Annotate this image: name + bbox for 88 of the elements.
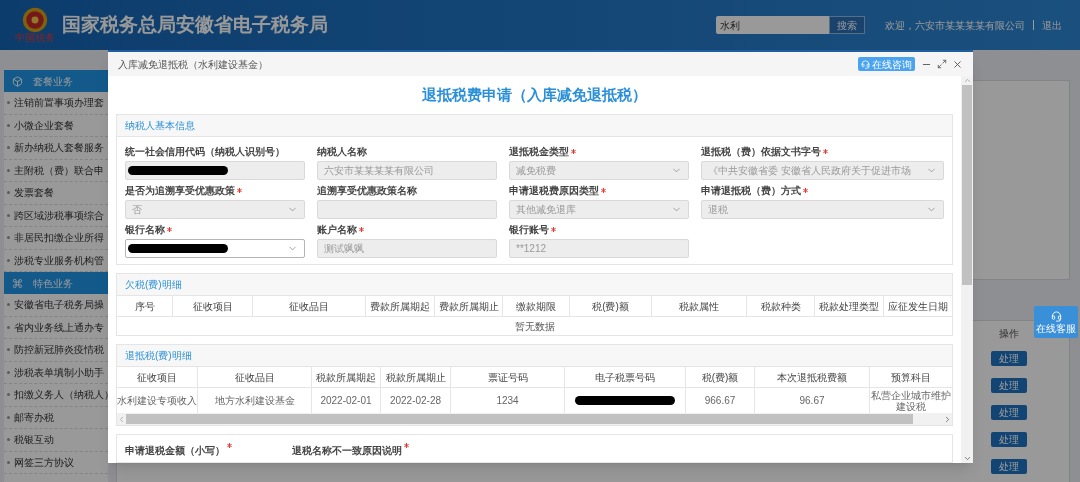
bullet-icon: [7, 101, 10, 105]
bullet-icon: [7, 325, 10, 329]
dialog-title: 入库减免退抵税（水利建设基金）: [118, 57, 268, 72]
table-header-cell: 税款属性: [652, 296, 747, 316]
table-header-cell: 税款处理类型: [815, 296, 884, 316]
table-header-cell: 序号: [117, 296, 173, 316]
sidebar-section-header[interactable]: 特色业务: [4, 272, 108, 294]
cluster-icon: [12, 277, 23, 289]
bullet-icon: [7, 415, 10, 419]
table-header-cell: 缴款期限: [503, 296, 570, 316]
field-label: 退抵税（费）依据文书字号: [701, 144, 821, 159]
emblem-icon: [22, 7, 48, 33]
bullet-icon: [7, 146, 10, 150]
table-header-cell: 费款所属期起: [366, 296, 435, 316]
process-button[interactable]: 处理: [991, 459, 1027, 474]
search-field[interactable]: 水利: [716, 16, 829, 34]
field-label: 退税名称不一致原因说明: [292, 444, 402, 458]
bullet-icon: [7, 213, 10, 217]
bullet-icon: [7, 123, 10, 127]
section-title: 纳税人基本信息: [125, 119, 195, 133]
scroll-down-icon[interactable]: [962, 454, 972, 463]
close-icon[interactable]: [952, 58, 963, 70]
table-header-cell: 票证号码: [451, 367, 565, 387]
field-label: 账户名称: [317, 222, 357, 237]
site-title: 国家税务总局安徽省电子税务局: [62, 12, 328, 37]
table-header-cell: 电子税票号码: [565, 367, 686, 387]
consult-button[interactable]: 在线咨询: [858, 57, 915, 71]
field-label: 申请退抵税（费）方式: [701, 183, 801, 198]
table-header-cell: 税款所属期起: [312, 367, 381, 387]
sidebar-section-title: 特色业务: [33, 276, 73, 291]
column-header: 操作: [999, 326, 1019, 341]
process-button[interactable]: 处理: [991, 378, 1027, 393]
select-field[interactable]: [125, 239, 305, 258]
form-heading: 退抵税费申请（入库减免退抵税）: [422, 84, 647, 105]
bullet-icon: [7, 303, 10, 307]
field-label: 银行账号: [509, 222, 549, 237]
vertical-scrollbar[interactable]: [961, 76, 973, 463]
section-title: 退抵税(费)明细: [125, 349, 192, 363]
field-label: 银行名称: [125, 222, 165, 237]
table-header-cell: 征收品目: [253, 296, 366, 316]
bullet-icon: [7, 258, 10, 262]
sidebar-section-title: 套餐业务: [33, 74, 73, 89]
sidebar-section-header[interactable]: 套餐业务: [4, 70, 108, 92]
table-header-cell: 税款所属期止: [381, 367, 451, 387]
bullet-icon: [7, 168, 10, 172]
table-header-cell-text: 预算科目: [890, 370, 932, 385]
bullet-icon: [7, 393, 10, 397]
table-header-cell-text: 应征发生日期: [887, 299, 949, 314]
scroll-up-icon[interactable]: [962, 76, 972, 85]
bullet-icon: [7, 236, 10, 240]
logout-link[interactable]: 退出: [1042, 17, 1062, 33]
field-label: 退抵税金类型: [509, 144, 569, 159]
maximize-icon[interactable]: [937, 59, 947, 69]
table-cell: 私营企业城市维护建设税: [870, 388, 952, 413]
logo-text: 中国税务: [15, 33, 55, 43]
horizontal-scrollbar[interactable]: [117, 413, 952, 425]
scroll-right-icon[interactable]: [943, 414, 952, 424]
bullet-icon: [7, 460, 10, 464]
process-button[interactable]: 处理: [991, 405, 1027, 420]
headset-icon: [861, 59, 870, 69]
empty-table-text: 暂无数据: [514, 319, 555, 334]
table-header-cell: 征收品目: [198, 367, 312, 387]
bullet-icon: [7, 370, 10, 374]
process-button[interactable]: 处理: [991, 432, 1027, 447]
scroll-left-icon[interactable]: [117, 414, 126, 424]
headset-icon: [1050, 310, 1062, 322]
field-label: 追溯享受优惠政策名称: [317, 183, 417, 198]
table-header-cell: 本次退抵税费额: [755, 367, 870, 387]
section-title: 欠税(费)明细: [125, 278, 182, 292]
process-button[interactable]: 处理: [991, 351, 1027, 366]
field-label: 统一社会信用代码（纳税人识别号）: [125, 144, 285, 159]
bullet-icon: [7, 438, 10, 442]
field-label: 申请退税金额（小写）: [125, 444, 225, 458]
table-header-cell: 税(费)额: [686, 367, 755, 387]
bullet-icon: [7, 191, 10, 195]
table-header-cell: 征收项目: [117, 367, 198, 387]
field-label: 纳税人名称: [317, 144, 367, 159]
cube-icon: [12, 75, 23, 87]
field-label: 是否为追溯享受优惠政策: [125, 183, 235, 198]
table-header-cell: 征收项目: [173, 296, 253, 316]
field-label: 申请退税费原因类型: [509, 183, 599, 198]
online-service-button[interactable]: 在线客服: [1034, 306, 1078, 338]
table-header-cell: 费款所属期止: [435, 296, 503, 316]
table-header-cell: 税款种类: [747, 296, 815, 316]
welcome-text: 欢迎，六安市某某某某有限公司: [885, 18, 1025, 33]
table-header-cell: 税(费)额: [570, 296, 652, 316]
search-button[interactable]: 搜索: [829, 16, 865, 34]
bullet-icon: [7, 348, 10, 352]
